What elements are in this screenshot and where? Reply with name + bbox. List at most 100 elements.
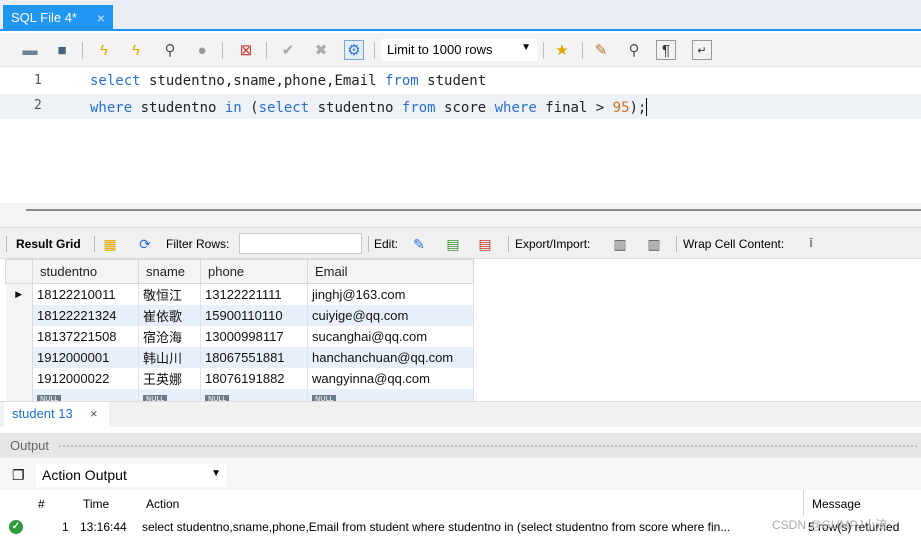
autocommit-icon[interactable]: ⚙: [344, 40, 364, 60]
cell-phone[interactable]: 13122221111: [200, 283, 308, 305]
cell-sname[interactable]: 崔依歌: [138, 304, 201, 326]
cell-phone[interactable]: 13000998117: [200, 325, 308, 347]
table-row[interactable]: ▶ 18122210011 敬恒江 13122221111 jinghj@163…: [5, 283, 474, 305]
explain-icon[interactable]: ⚲: [160, 40, 180, 60]
line-number: 2: [34, 98, 42, 113]
output-row-action: select studentno,sname,phone,Email from …: [142, 520, 731, 534]
splitter-bar: [26, 209, 921, 211]
add-row-icon[interactable]: ▤: [444, 235, 462, 253]
cell-phone[interactable]: 18076191882: [200, 367, 308, 389]
invisible-chars-icon[interactable]: ¶: [656, 40, 676, 60]
export-icon[interactable]: ▥: [611, 235, 629, 253]
edit-row-icon[interactable]: ✎: [410, 235, 428, 253]
cell-email[interactable]: jinghj@163.com: [307, 283, 474, 305]
cell-studentno[interactable]: 18122210011: [32, 283, 139, 305]
import-icon[interactable]: ▥: [645, 235, 663, 253]
execute-icon[interactable]: ϟ: [94, 40, 114, 60]
sql-file-tab[interactable]: SQL File 4* ×: [3, 5, 113, 31]
code-token: studentno,sname,phone,Email: [140, 73, 386, 89]
table-row[interactable]: 1912000022 王英娜 18076191882 wangyinna@qq.…: [5, 367, 474, 389]
open-folder-icon[interactable]: ▬: [20, 40, 40, 60]
cell-sname[interactable]: 王英娜: [138, 367, 201, 389]
table-row[interactable]: 18122221324 崔依歌 15900110110 cuiyige@qq.c…: [5, 304, 474, 326]
output-table-header: # Time Action Message: [0, 490, 921, 516]
cell-sname[interactable]: 韩山川: [138, 346, 201, 368]
execute-current-icon[interactable]: ϟ: [126, 40, 146, 60]
find-icon[interactable]: ⚲: [624, 40, 644, 60]
code-token: from: [385, 73, 419, 89]
toolbar-separator: [543, 42, 544, 59]
rollback-icon[interactable]: ✖: [311, 40, 331, 60]
code-token: 95: [612, 100, 630, 116]
toolbar-separator: [82, 42, 83, 59]
code-token: from: [401, 100, 436, 116]
wrap-cell-icon[interactable]: Ī: [802, 235, 820, 253]
result-toolbar: Result Grid ▦ ⟳ Filter Rows: Edit: ✎ ▤ ▤…: [0, 227, 921, 259]
beautify-icon[interactable]: ✎: [591, 40, 611, 60]
cell-studentno[interactable]: 1912000022: [32, 367, 139, 389]
watermark: CSDN @GUMPJ小流: [772, 518, 888, 532]
result-grid-button[interactable]: Result Grid: [16, 237, 81, 251]
stop-icon[interactable]: ●: [192, 40, 212, 60]
save-icon[interactable]: ■: [52, 40, 72, 60]
commit-icon[interactable]: ✔: [278, 40, 298, 60]
add-snippet-icon[interactable]: ★: [552, 40, 572, 60]
toolbar-separator: [6, 236, 7, 252]
table-row[interactable]: 1912000001 韩山川 18067551881 hanchanchuan@…: [5, 346, 474, 368]
result-tab[interactable]: student 13 ×: [4, 402, 109, 427]
column-header[interactable]: Email: [307, 259, 474, 284]
code-line: where studentno in (select studentno fro…: [90, 98, 648, 116]
editor-tab-bar: SQL File 4* ×: [0, 0, 921, 33]
sql-editor[interactable]: 1 select studentno,sname,phone,Email fro…: [0, 67, 921, 203]
export-import-label: Export/Import:: [515, 237, 591, 251]
editor-line: 2 where studentno in (select studentno f…: [0, 94, 921, 119]
cell-phone[interactable]: 15900110110: [200, 304, 308, 326]
editor-toolbar: ▬ ■ ϟ ϟ ⚲ ● ⊠ ✔ ✖ ⚙ Limit to 1000 rows ▼…: [0, 33, 921, 67]
cell-sname[interactable]: 敬恒江: [138, 283, 201, 305]
row-marker: [5, 367, 33, 389]
output-toolbar: ❐ Action Output ▼: [0, 458, 921, 490]
filter-rows-label: Filter Rows:: [166, 237, 230, 251]
grid-icon[interactable]: ▦: [101, 235, 119, 253]
toolbar-separator: [368, 236, 369, 252]
refresh-icon[interactable]: ⟳: [136, 235, 154, 253]
wrap-cell-label: Wrap Cell Content:: [683, 237, 785, 251]
toolbar-separator: [94, 236, 95, 252]
filter-rows-input[interactable]: [239, 233, 362, 254]
toggle-error-icon[interactable]: ⊠: [236, 40, 256, 60]
cell-studentno[interactable]: 18122221324: [32, 304, 139, 326]
code-token: select: [258, 100, 310, 116]
output-row-number: 1: [62, 520, 69, 534]
cell-email[interactable]: cuiyige@qq.com: [307, 304, 474, 326]
output-type-select[interactable]: Action Output ▼: [36, 464, 226, 487]
cell-email[interactable]: hanchanchuan@qq.com: [307, 346, 474, 368]
cell-sname[interactable]: 宿沧海: [138, 325, 201, 347]
table-row[interactable]: 18137221508 宿沧海 13000998117 sucanghai@qq…: [5, 325, 474, 347]
copy-icon[interactable]: ❐: [12, 467, 25, 484]
code-line: select studentno,sname,phone,Email from …: [90, 73, 486, 89]
result-grid: studentno sname phone Email ▶ 1812221001…: [0, 259, 921, 404]
cell-studentno[interactable]: 1912000001: [32, 346, 139, 368]
message-header: Message: [812, 497, 861, 511]
line-number: 1: [34, 73, 42, 88]
delete-row-icon[interactable]: ▤: [476, 235, 494, 253]
cell-email[interactable]: sucanghai@qq.com: [307, 325, 474, 347]
cell-studentno[interactable]: 18137221508: [32, 325, 139, 347]
code-token: final >: [536, 100, 613, 116]
cell-phone[interactable]: 18067551881: [200, 346, 308, 368]
code-token: select: [90, 73, 141, 89]
wrap-lines-icon[interactable]: ↵: [692, 40, 712, 60]
column-header[interactable]: sname: [138, 259, 201, 284]
column-header[interactable]: studentno: [32, 259, 139, 284]
limit-rows-select[interactable]: Limit to 1000 rows ▼: [381, 39, 537, 61]
panel-splitter[interactable]: [0, 203, 921, 227]
action-header: Action: [146, 497, 180, 511]
code-token: score: [435, 100, 495, 116]
toolbar-separator: [508, 236, 509, 252]
cell-email[interactable]: wangyinna@qq.com: [307, 367, 474, 389]
close-result-tab-icon[interactable]: ×: [90, 406, 98, 421]
drag-handle[interactable]: [58, 444, 918, 448]
close-tab-icon[interactable]: ×: [97, 10, 105, 26]
column-header[interactable]: phone: [200, 259, 308, 284]
chevron-down-icon: ▼: [521, 42, 531, 53]
